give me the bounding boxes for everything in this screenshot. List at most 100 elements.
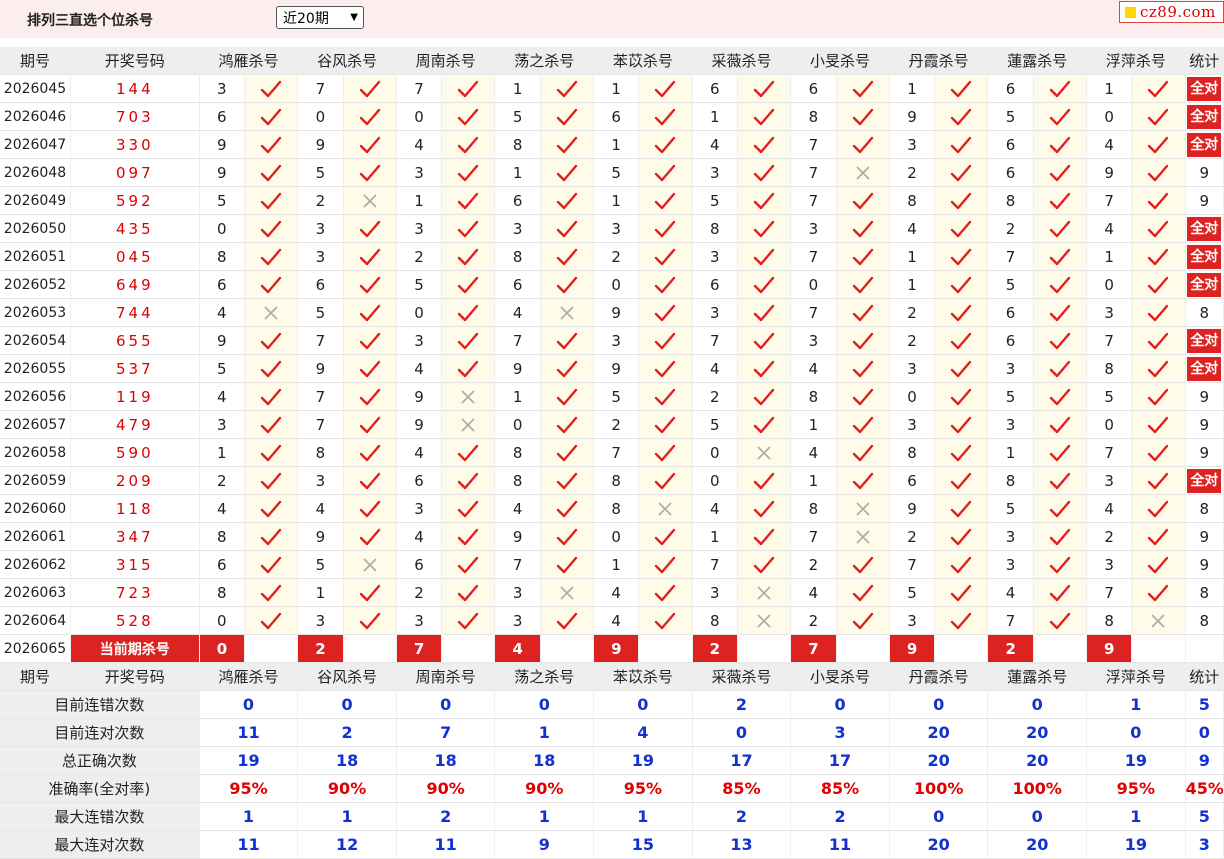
check-icon [738,164,790,182]
check-icon [837,416,889,434]
check-icon [639,192,691,210]
result-cell [934,410,989,439]
kill-pick-cell: 3 [889,606,936,635]
table-row: 2026055 537 5 9 4 9 9 4 4 3 3 8 全对 [0,354,1224,383]
table-row: 2026058 590 1 8 4 8 7 0 4 8 1 7 9 [0,438,1224,467]
col-header-expert: 丹霞杀号 [889,662,989,691]
current-period-cell: 2026065 [0,634,71,663]
result-cell [244,410,299,439]
stats-value: 11 [199,830,299,859]
current-kill-number: 9 [593,634,640,663]
correct-count: 9 [1199,443,1210,462]
kill-pick-cell: 4 [692,494,738,523]
correct-count: 9 [1199,415,1210,434]
result-cell [540,466,595,495]
check-icon [1034,276,1086,294]
draw-number-cell: 097 [70,158,200,187]
kill-pick-cell: 0 [1086,410,1133,439]
stats-total: 5 [1185,690,1224,719]
check-icon [442,332,494,350]
kill-pick-cell: 9 [297,522,344,551]
check-icon [245,472,297,490]
kill-pick-cell: 6 [987,158,1034,187]
kill-pick-cell: 5 [1086,382,1133,411]
check-icon [245,276,297,294]
result-cell [1131,158,1186,187]
table-row: 2026053 744 4 5 0 4 9 3 7 2 6 3 8 [0,298,1224,327]
kill-pick-cell: 7 [889,550,936,579]
result-cell [638,438,693,467]
check-icon [935,332,987,350]
kill-pick-cell: 3 [987,354,1034,383]
kill-pick-cell: 2 [396,578,443,607]
result-cell [737,214,792,243]
result-cell [737,298,792,327]
result-cell [836,606,890,635]
check-icon [639,444,691,462]
table-row: 2026062 315 6 5 6 7 1 7 2 7 3 3 9 [0,550,1224,579]
check-icon [541,332,593,350]
all-correct-badge: 全对 [1187,216,1222,241]
result-cell [343,606,397,635]
result-cell [540,186,595,215]
result-cell [441,158,496,187]
result-cell [244,466,299,495]
result-cell [244,242,299,271]
stats-label: 总正确次数 [0,746,200,775]
check-icon [1132,444,1184,462]
site-logo[interactable]: cz89.com [1119,1,1224,23]
result-cell [638,522,693,551]
result-cell [638,326,693,355]
check-icon [738,332,790,350]
kill-pick-cell: 9 [494,354,541,383]
check-icon [935,388,987,406]
stats-row: 总正确次数 19 18 18 18 19 17 17 20 20 19 9 [0,746,1224,775]
check-icon [245,584,297,602]
stats-value: 0 [889,690,989,719]
result-cell [244,270,299,299]
result-cell [1033,74,1088,103]
current-kill-number: 4 [494,634,541,663]
result-cell [836,578,890,607]
draw-number-cell: 528 [70,606,200,635]
page-title: 排列三直选个位杀号 [27,13,153,29]
kill-pick-cell: 4 [889,214,936,243]
stats-value: 1 [297,802,397,831]
result-cell [540,102,595,131]
period-select[interactable]: 近20期 ▼ [276,6,364,29]
check-icon [541,80,593,98]
result-cell [934,186,989,215]
check-icon [442,220,494,238]
result-cell [540,130,595,159]
check-icon [442,472,494,490]
result-cell [244,382,299,411]
stats-row: 目前连对次数 11 2 7 1 4 0 3 20 20 0 0 [0,718,1224,747]
kill-pick-cell: 3 [593,214,640,243]
result-cell [1131,186,1186,215]
kill-pick-cell: 9 [199,158,245,187]
check-icon [935,360,987,378]
result-cell [540,214,595,243]
kill-pick-cell: 4 [790,438,837,467]
result-cell [638,186,693,215]
check-icon [344,80,396,98]
kill-pick-cell: 3 [987,550,1034,579]
result-cell [836,522,890,551]
current-period-row: 2026065 当前期杀号 0 2 7 4 9 2 7 9 2 9 [0,634,1224,663]
result-cell [244,606,299,635]
col-header-expert: 浮萍杀号 [1086,662,1186,691]
check-icon [442,108,494,126]
draw-number-cell: 209 [70,466,200,495]
kill-pick-cell: 7 [790,522,837,551]
result-cell [1131,578,1186,607]
result-cell [836,494,890,523]
kill-pick-cell: 7 [692,550,738,579]
stats-value: 3 [790,718,890,747]
kill-pick-cell: 8 [987,186,1034,215]
check-icon [245,248,297,266]
kill-pick-cell: 8 [494,130,541,159]
kill-pick-cell: 8 [1086,354,1133,383]
result-cell [540,522,595,551]
result-cell [343,242,397,271]
cross-icon [541,584,593,602]
